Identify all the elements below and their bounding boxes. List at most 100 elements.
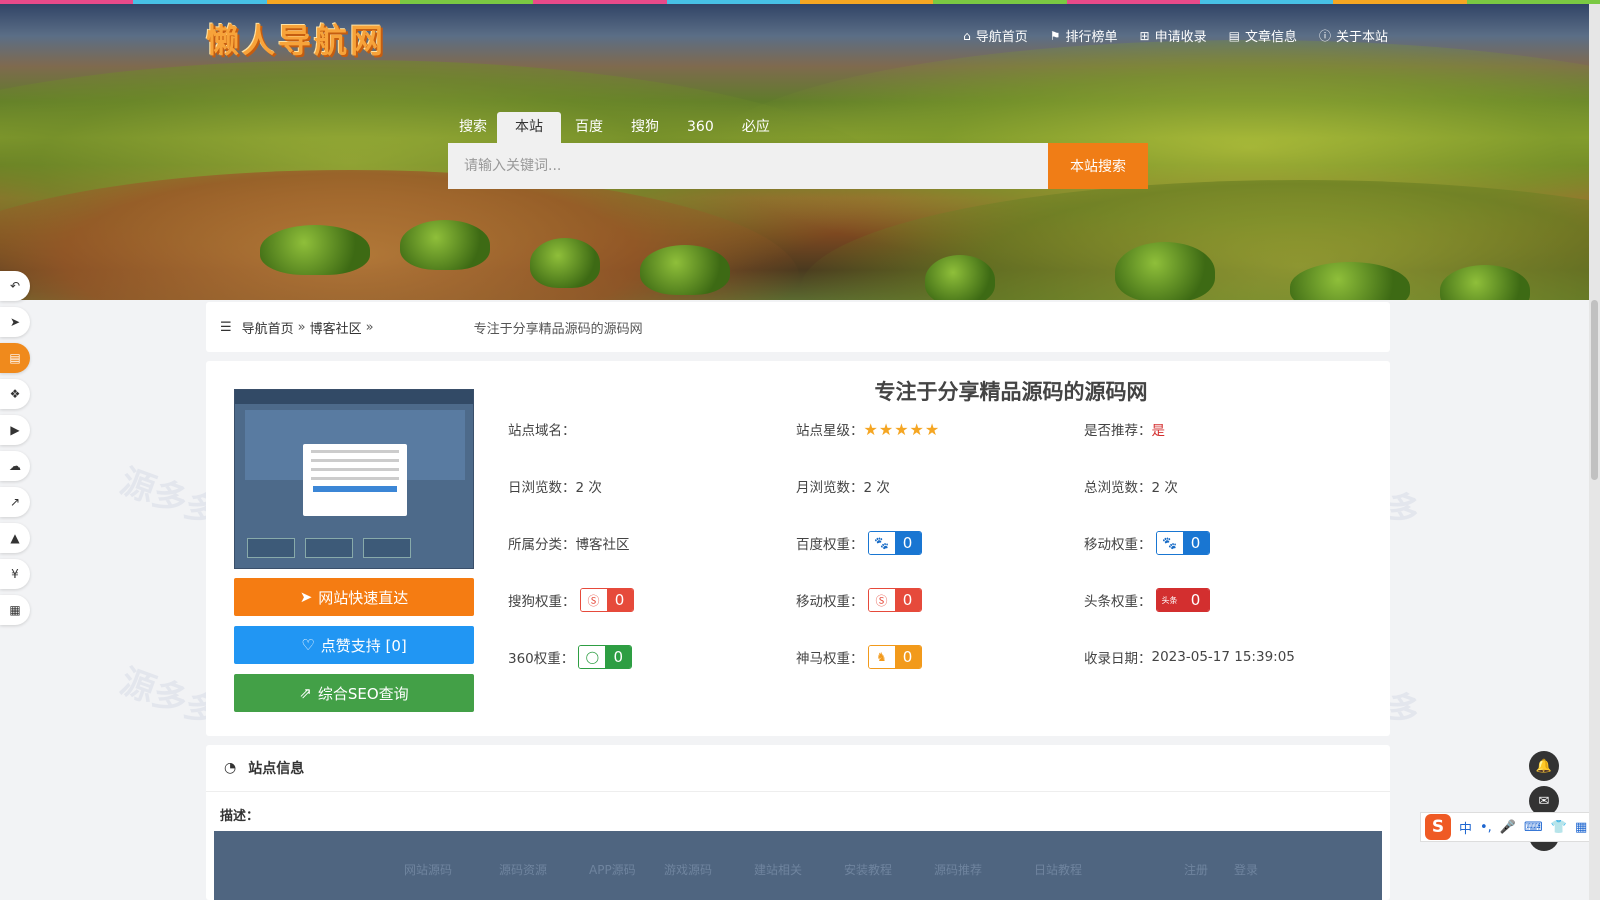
preview-nav-item: 建站相关 (754, 863, 803, 877)
badge-value: 0 (1182, 589, 1209, 611)
baidu-mobile-weight-badge[interactable]: 🐾 0 (1155, 531, 1210, 555)
bell-icon[interactable]: 🔔 (1529, 751, 1559, 781)
cubes-icon[interactable]: ❖ (0, 379, 30, 409)
book-icon: ▤ (1228, 28, 1240, 43)
nav-submit[interactable]: ⊞ 申请收录 (1140, 26, 1207, 46)
tab-site[interactable]: 本站 (497, 112, 561, 143)
visit-site-label: 网站快速直达 (318, 588, 409, 607)
line-chart-icon[interactable]: ↗ (0, 487, 30, 517)
info-toutiao-weight: 头条权重： 头条 0 (1084, 588, 1210, 612)
youtube-icon[interactable]: ▶ (0, 415, 30, 445)
shirt-icon[interactable]: 👕 (1551, 820, 1567, 835)
graduation-cap-icon[interactable]: ▲ (0, 523, 30, 553)
info-total-views: 总浏览数： 2 次 (1084, 474, 1178, 498)
preview-nav-item: 登录 (1234, 863, 1259, 877)
nav-ranking[interactable]: ⚑ 排行榜单 (1050, 26, 1118, 46)
breadcrumb: ☰ 导航首页 » 博客社区 » 专注于分享精品源码的源码网 (206, 302, 1390, 352)
toutiao-icon: 头条 (1156, 589, 1183, 611)
badge-value: 0 (894, 532, 921, 554)
keyboard-icon[interactable]: ⌨ (1524, 820, 1543, 835)
preview-nav-item: 注册 (1184, 863, 1209, 877)
heart-icon: ♡ (301, 636, 315, 654)
info-rating: 站点星级： ★★★★★ (796, 417, 940, 441)
info-domain: 站点域名： (508, 417, 576, 441)
nav-label: 申请收录 (1154, 30, 1207, 45)
breadcrumb-separator: » (365, 319, 374, 335)
toutiao-weight-badge[interactable]: 头条 0 (1155, 588, 1210, 612)
reply-icon[interactable]: ↶ (0, 271, 30, 301)
tab-bing[interactable]: 必应 (728, 112, 784, 143)
info-label: 站点星级： (796, 423, 864, 439)
date-value: 2023-05-17 15:39:05 (1151, 649, 1295, 665)
info-label: 360权重： (508, 651, 575, 667)
info-label: 日浏览数： (508, 480, 576, 496)
vertical-scrollbar[interactable] (1589, 0, 1600, 900)
strip-segment (266, 0, 400, 4)
tab-sogou[interactable]: 搜狗 (617, 112, 673, 143)
info-label: 头条权重： (1084, 594, 1152, 610)
info-date: 收录日期： 2023-05-17 15:39:05 (1084, 645, 1295, 669)
description-label: 描述： (220, 809, 260, 824)
nav-home[interactable]: ⌂ 导航首页 (963, 26, 1028, 46)
info-daily-views: 日浏览数： 2 次 (508, 474, 602, 498)
scrollbar-thumb[interactable] (1591, 300, 1598, 480)
preview-nav-item: 游戏源码 (664, 863, 713, 877)
preview-nav-item: 源码资源 (499, 863, 548, 877)
sogou-weight-badge[interactable]: Ⓢ 0 (579, 588, 634, 612)
hero-tree (640, 245, 730, 295)
thumbnail-button (363, 538, 411, 558)
breadcrumb-home[interactable]: 导航首页 (242, 318, 294, 337)
hero-banner: 懒人导航网 ⌂ 导航首页 ⚑ 排行榜单 ⊞ 申请收录 ▤ 文章信息 ⓘ 关于本站 搜索 本… (0, 0, 1600, 300)
info-monthly-views: 月浏览数： 2 次 (796, 474, 890, 498)
search-button[interactable]: 本站搜索 (1048, 143, 1148, 189)
strip-segment (666, 0, 800, 4)
rating-stars: ★★★★★ (863, 419, 941, 439)
visit-site-button[interactable]: ➤ 网站快速直达 (234, 578, 474, 616)
file-icon[interactable]: ▤ (0, 343, 30, 373)
strip-segment (399, 0, 534, 4)
cloud-icon[interactable]: ☁ (0, 451, 30, 481)
sogou-mobile-weight-badge[interactable]: Ⓢ 0 (867, 588, 922, 612)
site-preview-image: 网站源码 源码资源 APP源码 游戏源码 建站相关 安装教程 源码推荐 日站教程 注册 登录 (214, 831, 1382, 900)
strip-segment (0, 0, 134, 4)
ime-toolbar: S 中 •, 🎤 ⌨ 👕 ▦ (1420, 812, 1598, 842)
badge-value: 0 (605, 646, 632, 668)
nav-articles[interactable]: ▤ 文章信息 (1228, 26, 1297, 46)
search-engine-tabs: 搜索 本站 百度 搜狗 360 必应 (453, 112, 784, 143)
ime-mode-chinese[interactable]: 中 (1459, 818, 1472, 837)
like-button[interactable]: ♡ 点赞支持 [0] (234, 626, 474, 664)
mic-icon[interactable]: 🎤 (1500, 820, 1516, 835)
site-logo[interactable]: 懒人导航网 (206, 14, 386, 62)
nav-label: 排行榜单 (1065, 30, 1118, 45)
preview-nav-item: APP源码 (589, 863, 636, 877)
breadcrumb-category[interactable]: 博客社区 (310, 318, 362, 337)
info-label: 是否推荐： (1084, 423, 1152, 439)
paper-plane-icon[interactable]: ➤ (0, 307, 30, 337)
info-sogou-mobile-weight: 移动权重： Ⓢ 0 (796, 588, 922, 612)
external-link-icon: ⇗ (299, 684, 312, 702)
tab-360[interactable]: 360 (673, 112, 728, 143)
info-icon: ⓘ (1318, 29, 1331, 43)
seo-query-button[interactable]: ⇗ 综合SEO查询 (234, 674, 474, 712)
sogou-ime-logo[interactable]: S (1425, 814, 1451, 840)
yen-icon[interactable]: ¥ (0, 559, 30, 589)
info-label: 总浏览数： (1084, 480, 1152, 496)
left-quick-bar: ↶ ➤ ▤ ❖ ▶ ☁ ↗ ▲ ¥ ▦ (0, 271, 30, 631)
ime-punctuation[interactable]: •, (1480, 820, 1492, 835)
grid-icon[interactable]: ▦ (1575, 820, 1587, 835)
baidu-weight-badge[interactable]: 🐾 0 (867, 531, 922, 555)
preview-nav-item: 源码推荐 (934, 863, 983, 877)
strip-segment (799, 0, 934, 4)
search-input[interactable] (448, 143, 1048, 189)
nav-about[interactable]: ⓘ 关于本站 (1319, 26, 1388, 45)
nav-label: 关于本站 (1335, 30, 1388, 45)
info-label: 收录日期： (1084, 651, 1152, 667)
shenma-weight-badge[interactable]: ♞ 0 (867, 645, 922, 669)
info-category: 所属分类： 博客社区 (508, 531, 630, 555)
hero-tree (925, 255, 995, 300)
tab-baidu[interactable]: 百度 (561, 112, 617, 143)
360-weight-badge[interactable]: ◯ 0 (578, 645, 633, 669)
info-label: 月浏览数： (796, 480, 864, 496)
grid-icon[interactable]: ▦ (0, 595, 30, 625)
site-thumbnail[interactable] (234, 389, 474, 569)
